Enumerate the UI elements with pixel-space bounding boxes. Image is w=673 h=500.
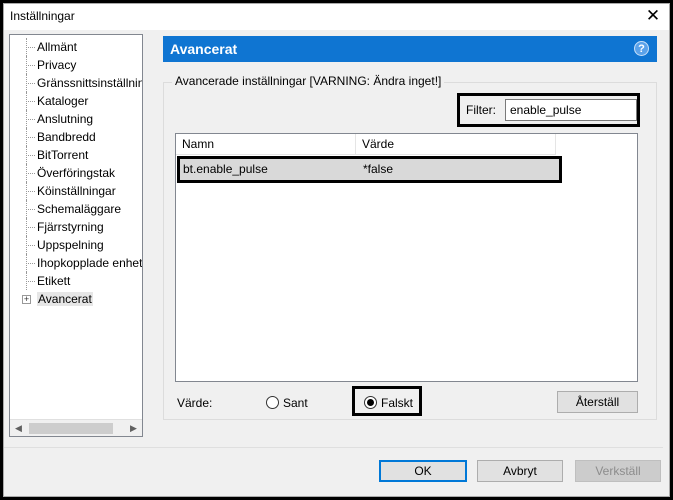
tree-item-label: Ihopkopplade enheter [37,256,143,270]
apply-button[interactable]: Verkställ [575,460,661,482]
scroll-left-icon[interactable]: ◀ [10,420,27,436]
tree-item-etikett[interactable]: Etikett [10,272,142,290]
tree-item-avancerat[interactable]: + Avancerat [10,290,142,308]
expand-plus-icon[interactable]: + [22,295,31,304]
tree-item-label: Allmänt [37,40,78,54]
row-name: bt.enable_pulse [183,162,268,176]
tree-item-fjarrstyrning[interactable]: Fjärrstyrning [10,218,142,236]
tree-item-schemalaggare[interactable]: Schemaläggare [10,200,142,218]
group-label: Avancerade inställningar [VARNING: Ändra… [172,74,445,88]
radio-false[interactable] [364,396,377,409]
scroll-thumb[interactable] [29,423,113,434]
tree-item-label: Gränssnittsinställningar [37,76,143,90]
row-value: *false [363,162,394,176]
tree-item-uppspelning[interactable]: Uppspelning [10,236,142,254]
scroll-right-icon[interactable]: ▶ [125,420,142,436]
tree-item-label: Anslutning [37,112,94,126]
tree-item-privacy[interactable]: Privacy [10,56,142,74]
filter-input[interactable] [505,99,637,121]
tree-item-label: Privacy [37,58,77,72]
tree-item-label: Fjärrstyrning [37,220,104,234]
page-title: Avancerat [170,41,238,57]
tree-item-allmant[interactable]: Allmänt [10,38,142,56]
tree-item-bittorrent[interactable]: BitTorrent [10,146,142,164]
tree-item-label: Överföringstak [37,166,116,180]
footer-divider [4,447,663,448]
column-header-value[interactable]: Värde [356,134,556,155]
radio-true[interactable] [266,396,279,409]
ok-button[interactable]: OK [379,460,467,482]
radio-selected-dot [367,399,374,406]
dialog-footer [4,448,663,493]
table-row[interactable]: bt.enable_pulse *false [177,156,562,183]
tree-item-label: BitTorrent [37,148,89,162]
tree-item-label: Kataloger [37,94,89,108]
tree-item-label: Schemaläggare [37,202,122,216]
filter-label: Filter: [466,103,496,117]
cancel-button[interactable]: Avbryt [477,460,563,482]
tree-item-label: Bandbredd [37,130,96,144]
tree-item-label: Avancerat [37,292,93,306]
radio-false-highlight: Falskt [352,386,422,416]
column-header-name[interactable]: Namn [176,134,356,155]
tree-item-label: Köinställningar [37,184,116,198]
tree-item-ihopkopplade[interactable]: Ihopkopplade enheter [10,254,142,272]
tree-item-label: Etikett [37,274,71,288]
title-bar: Inställningar ✕ [4,4,669,30]
value-label: Värde: [177,396,213,410]
help-icon[interactable]: ? [634,41,649,56]
reset-button[interactable]: Återställ [557,391,638,413]
tree-item-granssnitt[interactable]: Gränssnittsinställningar [10,74,142,92]
close-icon[interactable]: ✕ [643,6,663,26]
tree-item-koinstallningar[interactable]: Köinställningar [10,182,142,200]
tree-item-bandbredd[interactable]: Bandbredd [10,128,142,146]
window-title: Inställningar [10,9,75,23]
radio-false-label[interactable]: Falskt [381,396,413,410]
filter-highlight: Filter: [457,93,640,127]
tree-item-kataloger[interactable]: Kataloger [10,92,142,110]
list-header: Namn Värde [176,134,556,155]
tree-item-label: Uppspelning [37,238,104,252]
tree-item-anslutning[interactable]: Anslutning [10,110,142,128]
horizontal-scrollbar[interactable]: ◀ ▶ [10,419,142,436]
radio-true-label[interactable]: Sant [283,396,308,410]
settings-tree[interactable]: Allmänt Privacy Gränssnittsinställningar… [9,34,143,437]
section-header: Avancerat ? [163,36,657,62]
tree-item-overforingstak[interactable]: Överföringstak [10,164,142,182]
